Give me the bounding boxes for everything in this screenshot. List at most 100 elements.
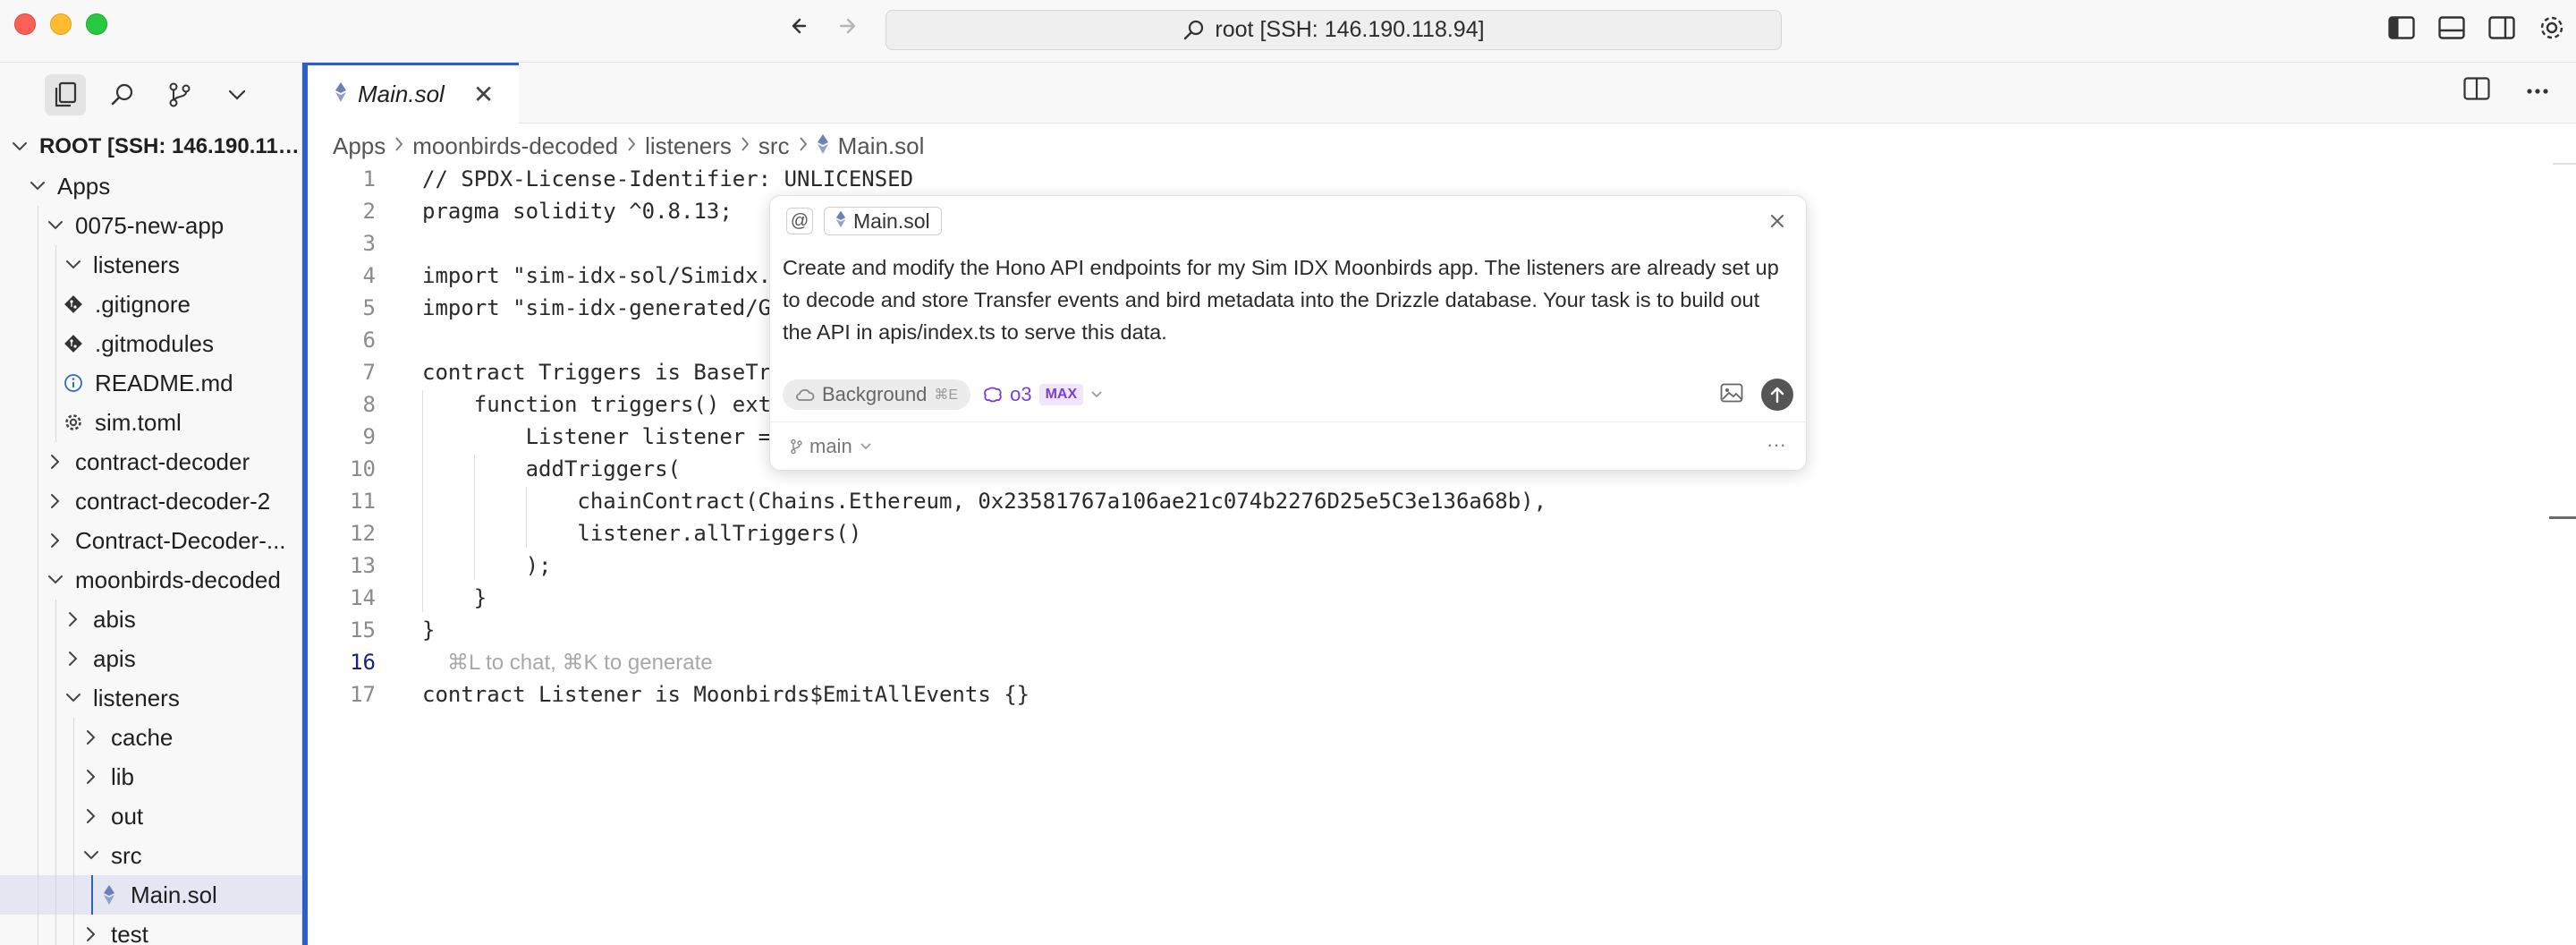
code-line[interactable]: 16 ⌘L to chat, ⌘K to generate [308,646,2544,678]
indent-guide [422,390,423,612]
indent-guide [55,324,56,363]
close-icon[interactable] [1767,210,1788,232]
tree-folder[interactable]: Apps [0,166,301,206]
tree-file[interactable]: .gitmodules [0,324,301,363]
tree-item-label: .gitignore [95,290,191,318]
send-button[interactable] [1761,379,1793,411]
line-number: 3 [362,231,376,256]
close-tab-icon[interactable]: ✕ [473,80,494,109]
code-line[interactable]: 1 // SPDX-License-Identifier: UNLICENSED [308,163,2544,195]
more-options-button[interactable]: ··· [1767,433,1786,456]
tree-folder[interactable]: contract-decoder-2 [0,481,301,521]
tree-folder[interactable]: test [0,915,301,945]
context-file-chip[interactable]: Main.sol [824,207,942,235]
code-text: import "sim-idx-sol/Simidx. [422,263,772,288]
tree-folder[interactable]: listeners [0,245,301,285]
attach-image-icon[interactable] [1720,383,1743,407]
search-icon [1184,20,1204,39]
chevron-down-icon[interactable] [216,74,258,115]
code-text: pragma solidity ^0.8.13; [422,199,733,224]
tree-folder[interactable]: abis [0,600,301,639]
line-number: 13 [350,553,376,578]
tree-root[interactable]: ROOT [SSH: 146.190.118.94] [0,127,301,166]
tree-folder[interactable]: src [0,836,301,875]
tree-item-label: contract-decoder-2 [75,487,271,515]
forward-arrow-icon[interactable] [834,13,860,39]
chevron-down-icon [43,567,68,592]
source-control-icon[interactable] [159,74,200,115]
code-text: ); [422,553,552,578]
toggle-panel-icon[interactable] [2436,13,2467,43]
tree-folder[interactable]: contract-decoder [0,442,301,481]
more-actions-icon[interactable] [2526,83,2549,99]
command-center-search[interactable]: root [SSH: 146.190.118.94] [886,10,1782,50]
scrollbar-cursor-marker[interactable] [2549,516,2576,519]
tree-item-label: moonbirds-decoded [75,566,281,593]
breadcrumb-item[interactable]: Main.sol [838,132,925,160]
background-mode-toggle[interactable]: Background ⌘E [783,379,971,410]
split-editor-icon[interactable] [2463,77,2490,105]
chevron-right-icon [61,646,86,671]
tree-file[interactable]: Main.sol [0,875,301,915]
code-line[interactable]: 14 } [308,582,2544,614]
tree-folder[interactable]: 0075-new-app [0,206,301,245]
tree-folder[interactable]: listeners [0,678,301,718]
tab-main-sol[interactable]: Main.sol ✕ [308,63,519,123]
prompt-textarea[interactable]: Create and modify the Hono API endpoints… [783,251,1793,348]
tree-folder[interactable]: out [0,796,301,836]
tree-item-label: sim.toml [95,408,182,436]
line-number: 15 [350,617,376,643]
tree-folder[interactable]: lib [0,757,301,796]
indent-guide [73,718,74,757]
toggle-primary-sidebar-icon[interactable] [2386,13,2417,43]
line-number: 7 [362,360,376,385]
tree-folder[interactable]: cache [0,718,301,757]
code-line[interactable]: 17 contract Listener is Moonbirds$EmitAll… [308,678,2544,711]
toggle-secondary-sidebar-icon[interactable] [2487,13,2517,43]
tree-folder[interactable]: Contract-Decoder-... [0,521,301,560]
search-icon[interactable] [102,74,143,115]
tree-file[interactable]: README.md [0,363,301,403]
explorer-files-icon[interactable] [45,74,86,115]
indent-guide [73,757,74,796]
indent-guide [73,875,74,915]
settings-gear-icon[interactable] [2537,13,2567,43]
tree-item-label: cache [111,723,174,751]
code-text: } [422,617,436,643]
code-line[interactable]: 12 listener.allTriggers() [308,517,2544,549]
code-line[interactable]: 15} [308,614,2544,646]
chevron-down-icon [43,213,68,238]
line-number: 11 [350,489,376,514]
model-selector[interactable]: o3 MAX [983,383,1103,406]
chevron-right-icon [627,133,636,158]
tree-item-label: ROOT [SSH: 146.190.118.94] [39,134,301,158]
line-number: 2 [362,199,376,224]
code-line[interactable]: 13 ); [308,549,2544,582]
tree-item-label: listeners [93,684,180,711]
breadcrumb-item[interactable]: src [758,132,790,160]
solidity-file-icon [335,81,347,108]
breadcrumb-item[interactable]: moonbirds-decoded [412,132,618,160]
tree-file[interactable]: .gitignore [0,285,301,324]
back-arrow-icon[interactable] [787,13,814,39]
code-text: } [422,585,487,610]
minimize-window-button[interactable] [50,13,72,35]
indent-guide [55,639,56,678]
tree-folder[interactable]: apis [0,639,301,678]
line-number: 16 [350,650,376,675]
inline-hint: ⌘L to chat, ⌘K to generate [447,650,713,675]
tree-folder[interactable]: moonbirds-decoded [0,560,301,600]
mention-button[interactable]: @ [786,208,813,234]
chevron-right-icon [43,489,68,514]
breadcrumb-item[interactable]: listeners [645,132,732,160]
zoom-window-button[interactable] [86,13,107,35]
chevron-down-icon [1091,391,1102,398]
branch-selector[interactable]: main [809,435,852,458]
breadcrumb-item[interactable]: Apps [333,132,386,160]
tree-file[interactable]: sim.toml [0,403,301,442]
close-window-button[interactable] [14,13,36,35]
code-line[interactable]: 11 chainContract(Chains.Ethereum, 0x2358… [308,485,2544,517]
file-tree: ROOT [SSH: 146.190.118.94] Apps 0075-new-a… [0,127,301,945]
chevron-down-icon [61,685,86,711]
chevron-right-icon [61,607,86,632]
